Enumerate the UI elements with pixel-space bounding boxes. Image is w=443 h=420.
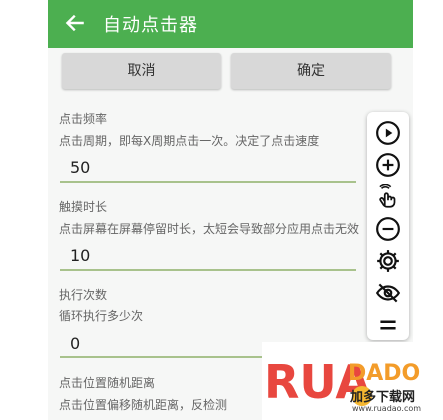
play-icon[interactable] [375,120,401,146]
eye-off-icon[interactable] [375,280,401,306]
setting-description-click-frequency: 点击周期，即每X周期点击一次。决定了点击速度 [59,134,320,148]
watermark-url: www.ruadao.com [352,404,422,413]
menu-icon[interactable] [375,312,401,338]
floating-toolbar [367,112,409,340]
setting-label-touch-duration: 触摸时长 [59,200,108,214]
back-arrow-icon[interactable] [62,10,88,36]
setting-description-repeat-count: 循环执行多少次 [59,309,144,323]
setting-label-click-frequency: 点击频率 [59,112,108,126]
gear-icon[interactable] [375,248,401,274]
watermark-logo: RUA DADO 加多下载网 www.ruadao.com [262,342,443,420]
click-frequency-input[interactable]: 50 [70,158,90,177]
tap-hand-icon[interactable] [375,184,401,210]
cancel-button[interactable]: 取消 [62,53,221,89]
setting-label-random-offset: 点击位置随机距离 [59,376,156,390]
repeat-count-input[interactable]: 0 [70,334,80,353]
app-bar: 自动点击器 [48,0,413,48]
setting-description-touch-duration: 点击屏幕在屏幕停留时长，太短会导致部分应用点击无效 [59,222,360,236]
page-title: 自动点击器 [103,15,198,36]
touch-duration-input[interactable]: 10 [70,246,90,265]
click-frequency-underline [60,181,356,183]
minus-icon[interactable] [375,216,401,242]
plus-icon[interactable] [375,152,401,178]
setting-description-random-offset: 点击位置偏移随机距离，反检测 [59,398,228,412]
svg-text:DADO: DADO [348,361,420,386]
confirm-button[interactable]: 确定 [231,53,391,89]
left-margin [0,0,48,420]
touch-duration-underline [60,269,356,271]
watermark-name: 加多下载网 [350,390,416,405]
setting-label-repeat-count: 执行次数 [59,288,108,302]
